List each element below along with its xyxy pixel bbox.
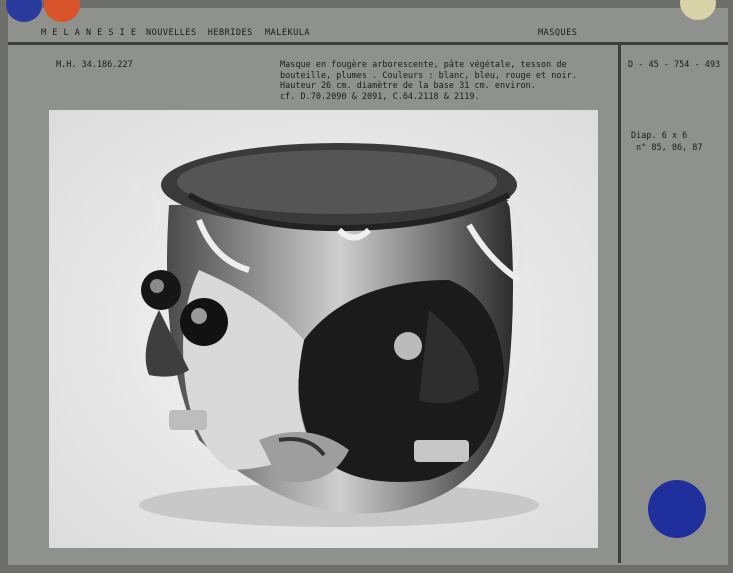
column-rule — [618, 45, 621, 563]
description-block: Masque en fougère arborescente, pâte vég… — [280, 60, 577, 102]
mask-photograph — [49, 110, 598, 548]
blue-circle-sticker — [648, 480, 706, 538]
photo-number: D - 45 - 754 - 493 — [628, 60, 721, 70]
header-island: MALEKULA — [265, 28, 310, 38]
mask-illustration — [49, 110, 598, 548]
header-category: MASQUES — [538, 28, 578, 38]
slide-format: Diap. 6 x 6 — [631, 131, 688, 141]
slide-numbers: n° 85, 86, 87 — [636, 143, 703, 153]
header-region: M E L A N E S I E — [41, 28, 137, 38]
header-archipelago: NOUVELLES HEBRIDES — [146, 28, 253, 38]
description-line: Masque en fougère arborescente, pâte vég… — [280, 60, 567, 70]
description-line: Hauteur 26 cm. diamètre de la base 31 cm… — [280, 81, 536, 91]
inventory-number: M.H. 34.186.227 — [56, 60, 133, 70]
description-line: cf. D.70.2090 & 2091, C.64.2118 & 2119. — [280, 91, 480, 102]
description-line: bouteille, plumes . Couleurs : blanc, bl… — [280, 70, 577, 81]
